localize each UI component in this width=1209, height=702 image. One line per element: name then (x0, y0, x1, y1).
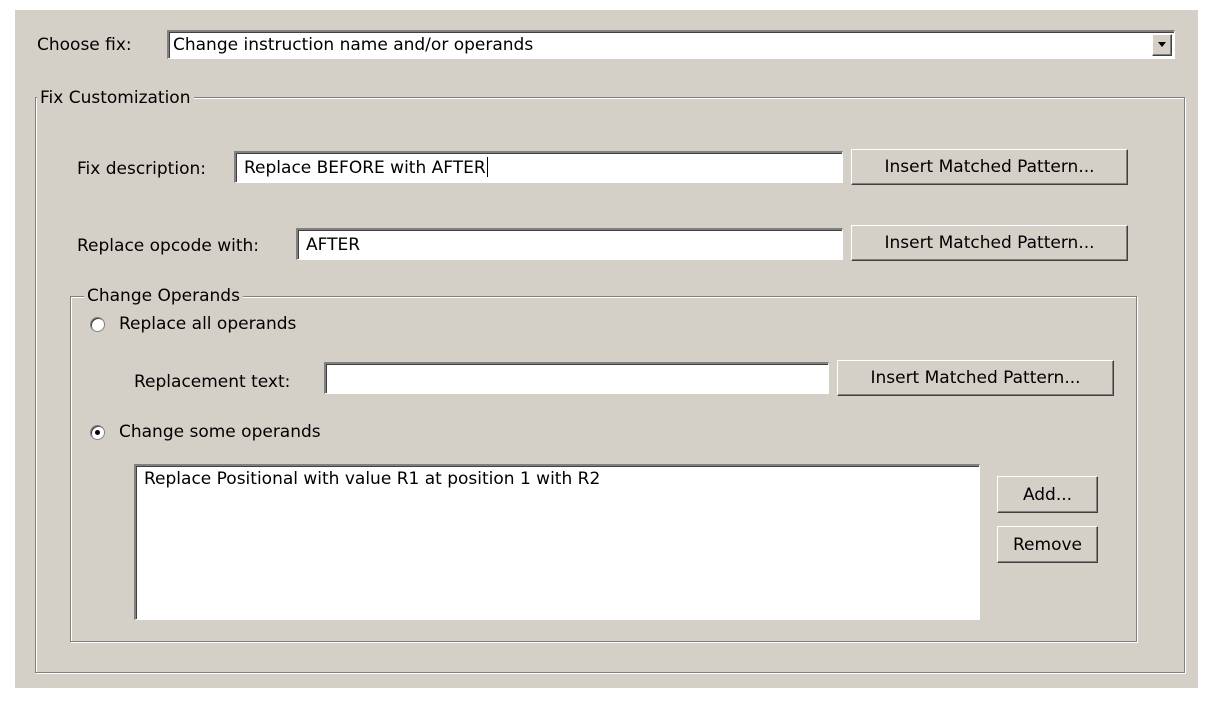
replace-opcode-input[interactable]: AFTER (296, 228, 843, 260)
choose-fix-label: Choose fix: (37, 35, 132, 55)
fix-description-value: Replace BEFORE with AFTER (244, 158, 486, 178)
replacement-text-input[interactable] (324, 362, 829, 394)
fix-description-label: Fix description: (77, 159, 206, 179)
replace-opcode-value: AFTER (306, 235, 361, 255)
operands-list[interactable]: Replace Positional with value R1 at posi… (134, 464, 980, 620)
change-some-operands-label[interactable]: Change some operands (119, 422, 321, 442)
replace-opcode-label: Replace opcode with: (77, 236, 260, 256)
chevron-down-icon[interactable] (1152, 34, 1172, 56)
radio-selected-dot (95, 430, 100, 435)
insert-pattern-description-button[interactable]: Insert Matched Pattern... (851, 149, 1128, 185)
list-item[interactable]: Replace Positional with value R1 at posi… (144, 468, 600, 490)
replacement-text-label: Replacement text: (134, 372, 291, 392)
remove-button[interactable]: Remove (997, 526, 1098, 563)
add-button[interactable]: Add... (997, 476, 1098, 513)
fix-panel: Choose fix: Change instruction name and/… (15, 10, 1198, 688)
insert-pattern-opcode-button[interactable]: Insert Matched Pattern... (851, 225, 1128, 261)
change-some-operands-radio[interactable] (90, 425, 105, 440)
fix-customization-legend: Fix Customization (37, 88, 194, 108)
replace-all-operands-label[interactable]: Replace all operands (119, 314, 296, 334)
change-operands-legend: Change Operands (84, 286, 243, 306)
insert-pattern-replacement-button[interactable]: Insert Matched Pattern... (837, 360, 1114, 396)
replace-all-operands-radio[interactable] (90, 317, 105, 332)
choose-fix-value: Change instruction name and/or operands (173, 35, 534, 55)
text-caret (486, 157, 488, 177)
choose-fix-combobox[interactable]: Change instruction name and/or operands (167, 30, 1175, 59)
fix-description-input[interactable]: Replace BEFORE with AFTER (234, 151, 843, 183)
